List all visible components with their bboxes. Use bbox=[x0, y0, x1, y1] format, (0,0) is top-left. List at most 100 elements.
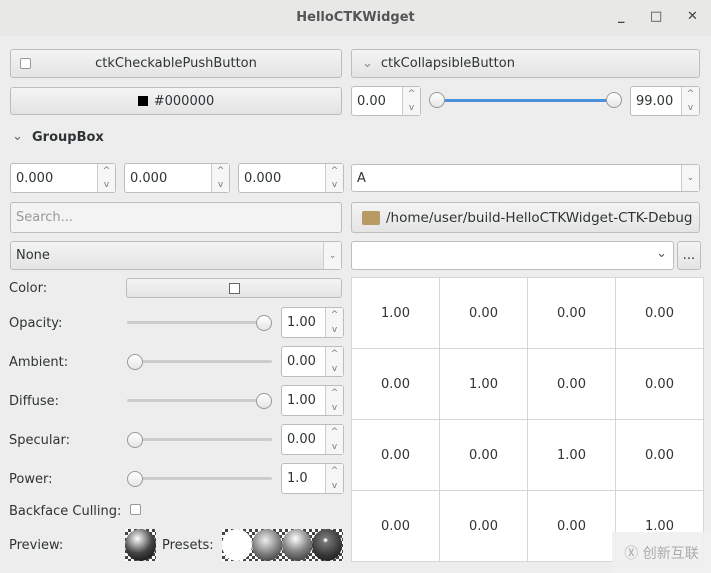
range-max-value: 99.00 bbox=[636, 93, 674, 109]
chevron-down-icon[interactable]: ⌄ bbox=[681, 165, 699, 191]
matrix-cell[interactable]: 0.00 bbox=[527, 348, 616, 420]
matrix-cell[interactable]: 0.00 bbox=[351, 490, 440, 562]
spin-arrows-icon[interactable]: ^ v bbox=[325, 386, 343, 415]
none-combo[interactable]: None ⌄ bbox=[10, 241, 342, 270]
ambient-slider[interactable] bbox=[127, 360, 272, 363]
range-slider-max-handle[interactable] bbox=[606, 92, 622, 108]
matrix-cell[interactable]: 0.00 bbox=[439, 419, 528, 491]
power-spinbox[interactable]: 1.0 ^ v bbox=[281, 463, 344, 494]
browse-button[interactable]: ... bbox=[677, 241, 701, 270]
coord-z-value: 0.000 bbox=[244, 170, 282, 186]
specular-slider[interactable] bbox=[127, 438, 272, 441]
opacity-slider[interactable] bbox=[127, 321, 272, 324]
presets-label: Presets: bbox=[162, 538, 214, 553]
color-swatch-icon bbox=[228, 282, 240, 294]
combo-a[interactable]: A ⌄ bbox=[351, 164, 700, 192]
checkable-push-button[interactable]: ctkCheckablePushButton bbox=[10, 49, 342, 78]
color-swatch-icon bbox=[137, 96, 148, 106]
spin-arrows-icon[interactable]: ^ v bbox=[325, 164, 343, 192]
matrix-cell[interactable]: 0.00 bbox=[439, 277, 528, 349]
spin-arrows-icon[interactable]: ^ v bbox=[681, 87, 699, 115]
preset-flat-white[interactable] bbox=[222, 529, 252, 561]
diffuse-slider-handle[interactable] bbox=[256, 393, 272, 409]
presets-strip[interactable] bbox=[222, 529, 343, 561]
spin-arrows-icon[interactable]: ^ v bbox=[325, 308, 343, 337]
matrix-cell[interactable]: 0.00 bbox=[351, 348, 440, 420]
matrix-cell[interactable]: 0.00 bbox=[615, 419, 704, 491]
folder-icon bbox=[362, 210, 380, 225]
spin-arrows-icon[interactable]: ^ v bbox=[97, 164, 115, 192]
none-combo-value: None bbox=[16, 248, 50, 263]
color-label: Color: bbox=[9, 281, 48, 296]
preset-shiny[interactable] bbox=[282, 529, 312, 561]
range-min-value: 0.00 bbox=[357, 93, 386, 109]
backface-culling-checkbox[interactable] bbox=[130, 504, 141, 515]
search-placeholder: Search... bbox=[16, 210, 74, 225]
preset-specular[interactable] bbox=[312, 529, 342, 561]
spin-arrows-icon[interactable]: ^ v bbox=[211, 164, 229, 192]
minimize-button[interactable]: _ bbox=[618, 9, 625, 24]
chevron-down-icon[interactable]: ⌄ bbox=[323, 242, 341, 269]
groupbox-title[interactable]: GroupBox bbox=[32, 130, 104, 145]
diffuse-spinbox[interactable]: 1.00 ^ v bbox=[281, 385, 344, 416]
opacity-value: 1.00 bbox=[287, 315, 316, 330]
matrix-cell[interactable]: 0.00 bbox=[615, 348, 704, 420]
matrix-table[interactable]: 1.00 0.00 0.00 0.00 0.00 1.00 0.00 0.00 0.00 0.00… bbox=[351, 277, 704, 562]
backface-culling-label: Backface Culling: bbox=[9, 504, 122, 519]
directory-button[interactable]: /home/user/build-HelloCTKWidget-CTK-Debu… bbox=[351, 202, 700, 233]
diffuse-label: Diffuse: bbox=[9, 394, 59, 409]
ambient-value: 0.00 bbox=[287, 354, 316, 369]
ambient-slider-handle[interactable] bbox=[127, 354, 143, 370]
close-button[interactable]: ✕ bbox=[687, 9, 698, 24]
search-input[interactable]: Search... bbox=[10, 202, 342, 233]
collapsible-button-label: ctkCollapsibleButton bbox=[380, 56, 515, 71]
collapsible-button[interactable]: ⌄ ctkCollapsibleButton bbox=[351, 49, 700, 78]
empty-combo[interactable]: ⌄ bbox=[351, 241, 674, 270]
ambient-spinbox[interactable]: 0.00 ^ v bbox=[281, 346, 344, 377]
matrix-cell[interactable]: 1.00 bbox=[527, 419, 616, 491]
matrix-cell[interactable]: 0.00 bbox=[351, 419, 440, 491]
checkable-button-label: ctkCheckablePushButton bbox=[95, 56, 257, 71]
specular-label: Specular: bbox=[9, 433, 70, 448]
matrix-cell[interactable]: 1.00 bbox=[439, 348, 528, 420]
watermark-logo: Ⓧ 创新互联 bbox=[612, 532, 711, 573]
matrix-cell[interactable]: 1.00 bbox=[351, 277, 440, 349]
spin-arrows-icon[interactable]: ^ v bbox=[325, 425, 343, 454]
diffuse-value: 1.00 bbox=[287, 393, 316, 408]
preset-diffuse[interactable] bbox=[252, 529, 282, 561]
matrix-cell[interactable]: 0.00 bbox=[439, 490, 528, 562]
coord-y-spinbox[interactable]: 0.000 ^ v bbox=[124, 163, 230, 193]
opacity-label: Opacity: bbox=[9, 316, 63, 331]
coord-z-spinbox[interactable]: 0.000 ^ v bbox=[238, 163, 344, 193]
range-slider-min-handle[interactable] bbox=[429, 92, 445, 108]
spin-arrows-icon[interactable]: ^ v bbox=[325, 464, 343, 493]
specular-spinbox[interactable]: 0.00 ^ v bbox=[281, 424, 344, 455]
coord-x-spinbox[interactable]: 0.000 ^ v bbox=[10, 163, 116, 193]
power-slider-handle[interactable] bbox=[127, 471, 143, 487]
power-value: 1.0 bbox=[287, 471, 308, 486]
opacity-slider-handle[interactable] bbox=[256, 315, 272, 331]
spin-arrows-icon[interactable]: ^ v bbox=[402, 87, 420, 115]
opacity-spinbox[interactable]: 1.00 ^ v bbox=[281, 307, 344, 338]
chevron-down-icon: ⌄ bbox=[362, 56, 373, 71]
directory-path: /home/user/build-HelloCTKWidget-CTK-Debu… bbox=[386, 209, 693, 226]
material-preview bbox=[125, 529, 156, 561]
diffuse-slider[interactable] bbox=[127, 399, 272, 402]
color-value: #000000 bbox=[153, 93, 215, 109]
matrix-cell[interactable]: 0.00 bbox=[527, 277, 616, 349]
window-title: HelloCTKWidget bbox=[296, 10, 415, 25]
chevron-down-icon[interactable]: ⌄ bbox=[656, 246, 667, 261]
range-min-spinbox[interactable]: 0.00 ^ v bbox=[351, 86, 421, 116]
range-max-spinbox[interactable]: 99.00 ^ v bbox=[630, 86, 700, 116]
color-picker-button[interactable]: #000000 bbox=[10, 87, 342, 115]
matrix-cell[interactable]: 0.00 bbox=[527, 490, 616, 562]
spin-arrows-icon[interactable]: ^ v bbox=[325, 347, 343, 376]
property-color-button[interactable] bbox=[126, 278, 342, 298]
maximize-button[interactable]: □ bbox=[650, 9, 662, 24]
specular-slider-handle[interactable] bbox=[127, 432, 143, 448]
range-slider-track[interactable] bbox=[437, 99, 614, 102]
matrix-cell[interactable]: 0.00 bbox=[615, 277, 704, 349]
ambient-label: Ambient: bbox=[9, 355, 69, 370]
groupbox-chevron-icon[interactable]: ⌄ bbox=[12, 129, 23, 144]
power-slider[interactable] bbox=[127, 477, 272, 480]
